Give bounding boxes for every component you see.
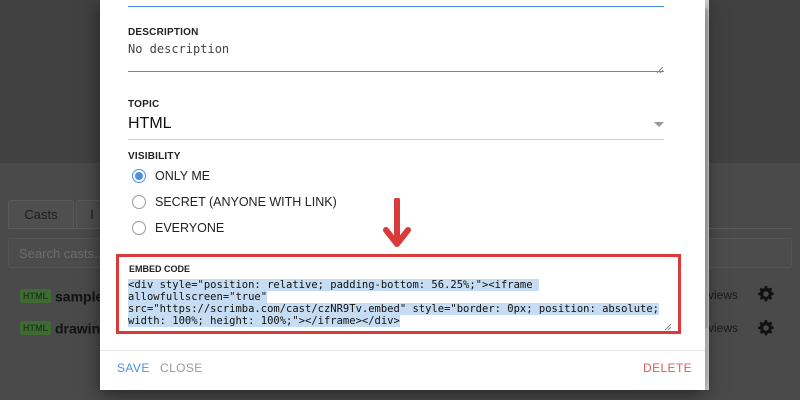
resize-grip-icon[interactable]: [656, 66, 664, 74]
list-item[interactable]: HTML drawing: [20, 319, 109, 337]
views-count: views: [708, 288, 739, 302]
arrow-down-icon: [383, 198, 411, 247]
radio-button[interactable]: [132, 195, 146, 209]
title-field-underline: [128, 6, 664, 7]
topic-label: TOPIC: [128, 99, 160, 110]
list-item[interactable]: HTML samplec: [20, 287, 111, 305]
visibility-label: VISIBILITY: [128, 151, 181, 162]
radio-secret[interactable]: SECRET (ANYONE WITH LINK): [132, 192, 337, 212]
radio-only-me[interactable]: ONLY ME: [132, 166, 210, 186]
save-button[interactable]: SAVE: [117, 361, 150, 375]
gear-icon[interactable]: [758, 320, 774, 336]
radio-label: EVERYONE: [155, 221, 225, 235]
embed-code-label: EMBED CODE: [129, 264, 191, 274]
topic-select-value: HTML: [128, 115, 172, 132]
resize-grip-icon[interactable]: [664, 323, 672, 331]
close-button[interactable]: CLOSE: [160, 361, 203, 375]
delete-button[interactable]: DELETE: [643, 361, 692, 375]
embed-code-textarea[interactable]: <div style="position: relative; padding-…: [128, 279, 673, 327]
radio-label: SECRET (ANYONE WITH LINK): [155, 195, 337, 209]
html-tag: HTML: [20, 321, 51, 336]
gear-icon[interactable]: [758, 286, 774, 302]
description-label: DESCRIPTION: [128, 27, 199, 38]
radio-everyone[interactable]: EVERYONE: [132, 218, 224, 238]
tab-casts[interactable]: Casts: [8, 200, 74, 229]
html-tag: HTML: [20, 289, 51, 304]
radio-button[interactable]: [132, 221, 146, 235]
description-textarea[interactable]: No description: [128, 42, 664, 72]
embed-code-line: width: 100%; height: 100%;"></iframe></d…: [128, 315, 400, 327]
embed-code-line: <div style="position: relative; padding-…: [128, 279, 539, 303]
topic-select[interactable]: HTML: [128, 115, 664, 140]
radio-button[interactable]: [132, 169, 146, 183]
radio-label: ONLY ME: [155, 169, 211, 183]
views-count: views: [708, 321, 739, 335]
edit-cast-dialog: DESCRIPTION No description TOPIC HTML VI…: [100, 0, 705, 390]
embed-code-highlight: EMBED CODE <div style="position: relativ…: [116, 254, 681, 334]
embed-code-line: src="https://scrimba.com/cast/czNR9Tv.em…: [128, 303, 660, 315]
footer-divider: [100, 350, 705, 351]
dropdown-arrow-icon: [654, 122, 664, 127]
